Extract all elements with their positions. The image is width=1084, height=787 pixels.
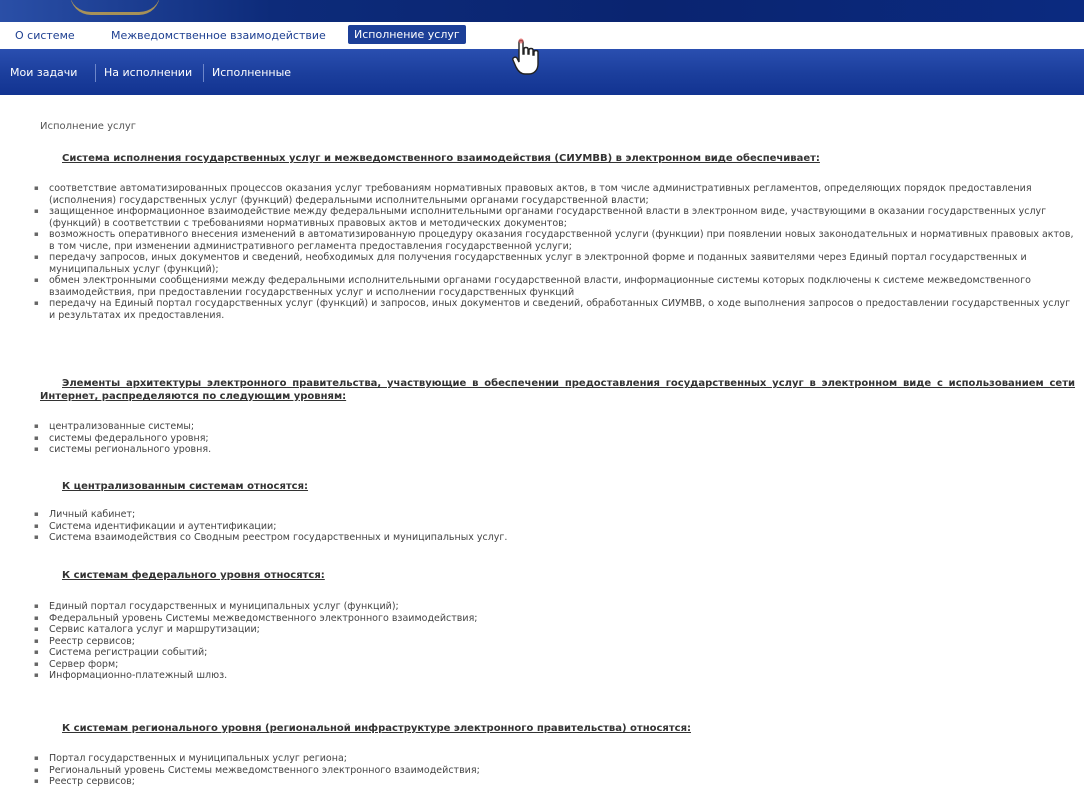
list-item: системы федерального уровня; [34, 433, 211, 445]
list-levels: централизованные системы; системы федера… [34, 421, 211, 456]
submenu-my-tasks[interactable]: Мои задачи [10, 66, 77, 79]
submenu-completed[interactable]: Исполненные [212, 66, 291, 79]
hand-cursor-icon [512, 38, 539, 75]
banner-decoration [70, 0, 160, 15]
list-item: Сервис каталога услуг и маршрутизации; [34, 624, 477, 636]
menu-item-interaction[interactable]: Межведомственное взаимодействие [111, 29, 326, 42]
list-regional: Портал государственных и муниципальных у… [34, 753, 480, 787]
list-item: Система регистрации событий; [34, 647, 477, 659]
list-item: Реестр сервисов; [34, 636, 477, 648]
list-item: Реестр сервисов; [34, 776, 480, 787]
list-item: Региональный уровень Системы межведомств… [34, 765, 480, 777]
section-heading-siumvv: Система исполнения государственных услуг… [62, 153, 820, 164]
menu-item-about[interactable]: О системе [15, 29, 75, 42]
section-heading-centralized: К централизованным системам относятся: [62, 481, 309, 492]
list-item: возможность оперативного внесения измене… [34, 229, 1074, 252]
list-item: Портал государственных и муниципальных у… [34, 753, 480, 765]
list-item: Сервер форм; [34, 659, 477, 671]
section-heading-regional: К системам регионального уровня (региона… [62, 723, 691, 734]
list-item: передачу на Единый портал государственны… [34, 298, 1074, 321]
section-heading-federal: К системам федерального уровня относятся… [62, 570, 325, 581]
breadcrumb: Исполнение услуг [40, 121, 137, 132]
list-item: соответствие автоматизированных процессо… [34, 183, 1074, 206]
list-centralized: Личный кабинет; Система идентификации и … [34, 509, 507, 544]
submenu-divider [95, 64, 96, 82]
list-item: Федеральный уровень Системы межведомстве… [34, 613, 477, 625]
list-federal: Единый портал государственных и муниципа… [34, 601, 477, 682]
submenu-in-progress[interactable]: На исполнении [104, 66, 192, 79]
list-item: Единый портал государственных и муниципа… [34, 601, 477, 613]
top-banner [0, 0, 1084, 22]
list-siumvv: соответствие автоматизированных процессо… [34, 183, 1074, 321]
list-item: Информационно-платежный шлюз. [34, 670, 477, 682]
submenu-divider [203, 64, 204, 82]
list-item: системы регионального уровня. [34, 444, 211, 456]
list-item: передачу запросов, иных документов и све… [34, 252, 1074, 275]
section-heading-architecture: Элементы архитектуры электронного правит… [40, 378, 1075, 402]
list-item: защищенное информационное взаимодействие… [34, 206, 1074, 229]
list-item: Личный кабинет; [34, 509, 507, 521]
list-item: Система взаимодействия со Сводным реестр… [34, 532, 507, 544]
menu-item-services[interactable]: Исполнение услуг [348, 25, 466, 44]
list-item: Система идентификации и аутентификации; [34, 521, 507, 533]
list-item: централизованные системы; [34, 421, 211, 433]
list-item: обмен электронными сообщениями между фед… [34, 275, 1074, 298]
main-content: Исполнение услуг Система исполнения госу… [0, 95, 1084, 787]
